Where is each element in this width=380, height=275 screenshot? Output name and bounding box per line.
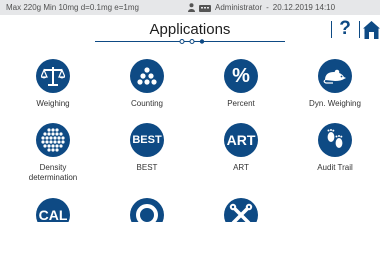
home-button[interactable] bbox=[363, 20, 380, 39]
page-dot-active bbox=[199, 39, 205, 44]
percent-icon: % bbox=[224, 59, 258, 93]
best-glyph: BEST bbox=[132, 134, 162, 146]
density-dots-icon bbox=[36, 123, 70, 157]
counting-dots-icon bbox=[130, 59, 164, 93]
app-label: BEST bbox=[136, 163, 158, 172]
footprints-icon bbox=[318, 123, 352, 157]
page-dot bbox=[189, 39, 195, 44]
balance-info: Max 220g Min 10mg d=0.1mg e=1mg bbox=[6, 3, 139, 12]
home-icon bbox=[363, 21, 380, 39]
art-glyph: ART bbox=[226, 132, 256, 148]
user-icon bbox=[188, 3, 195, 12]
app-counting[interactable]: Counting bbox=[102, 59, 192, 109]
bottom-area bbox=[0, 222, 380, 275]
app-label: ART bbox=[233, 163, 249, 172]
page-indicator bbox=[95, 39, 285, 44]
mouse-icon bbox=[318, 59, 352, 93]
app-label: Density determination bbox=[28, 163, 78, 182]
app-audit-trail[interactable]: Audit Trail bbox=[290, 123, 380, 173]
header: Applications ? bbox=[0, 15, 380, 49]
app-density-determination[interactable]: Density determination bbox=[8, 123, 98, 183]
app-label: Counting bbox=[130, 99, 164, 108]
page-dot bbox=[179, 39, 185, 44]
app-label: Weighing bbox=[36, 99, 70, 108]
keyboard-lock-icon bbox=[199, 5, 211, 12]
status-bar: Max 220g Min 10mg d=0.1mg e=1mg Administ… bbox=[0, 0, 380, 15]
percent-glyph: % bbox=[232, 64, 250, 87]
app-label: Dyn. Weighing bbox=[309, 99, 361, 108]
app-weighing[interactable]: Weighing bbox=[8, 59, 98, 109]
app-dyn-weighing[interactable]: Dyn. Weighing bbox=[290, 59, 380, 109]
app-best[interactable]: BEST BEST bbox=[102, 123, 192, 173]
app-percent[interactable]: % Percent bbox=[196, 59, 286, 109]
cal-glyph: CAL bbox=[38, 207, 68, 223]
app-art[interactable]: ART ART bbox=[196, 123, 286, 173]
best-icon: BEST bbox=[130, 123, 164, 157]
user-name: Administrator bbox=[215, 3, 263, 12]
separator bbox=[331, 21, 332, 38]
status-separator: - bbox=[266, 3, 269, 12]
status-right: Administrator - 20.12.2019 14:10 bbox=[188, 0, 335, 15]
art-icon: ART bbox=[224, 123, 258, 157]
date-time: 20.12.2019 14:10 bbox=[272, 3, 336, 12]
help-button[interactable]: ? bbox=[336, 18, 354, 40]
balance-scale-icon bbox=[36, 59, 70, 93]
separator bbox=[359, 21, 360, 38]
app-label: Audit Trail bbox=[317, 163, 353, 172]
app-label: Percent bbox=[227, 99, 255, 108]
